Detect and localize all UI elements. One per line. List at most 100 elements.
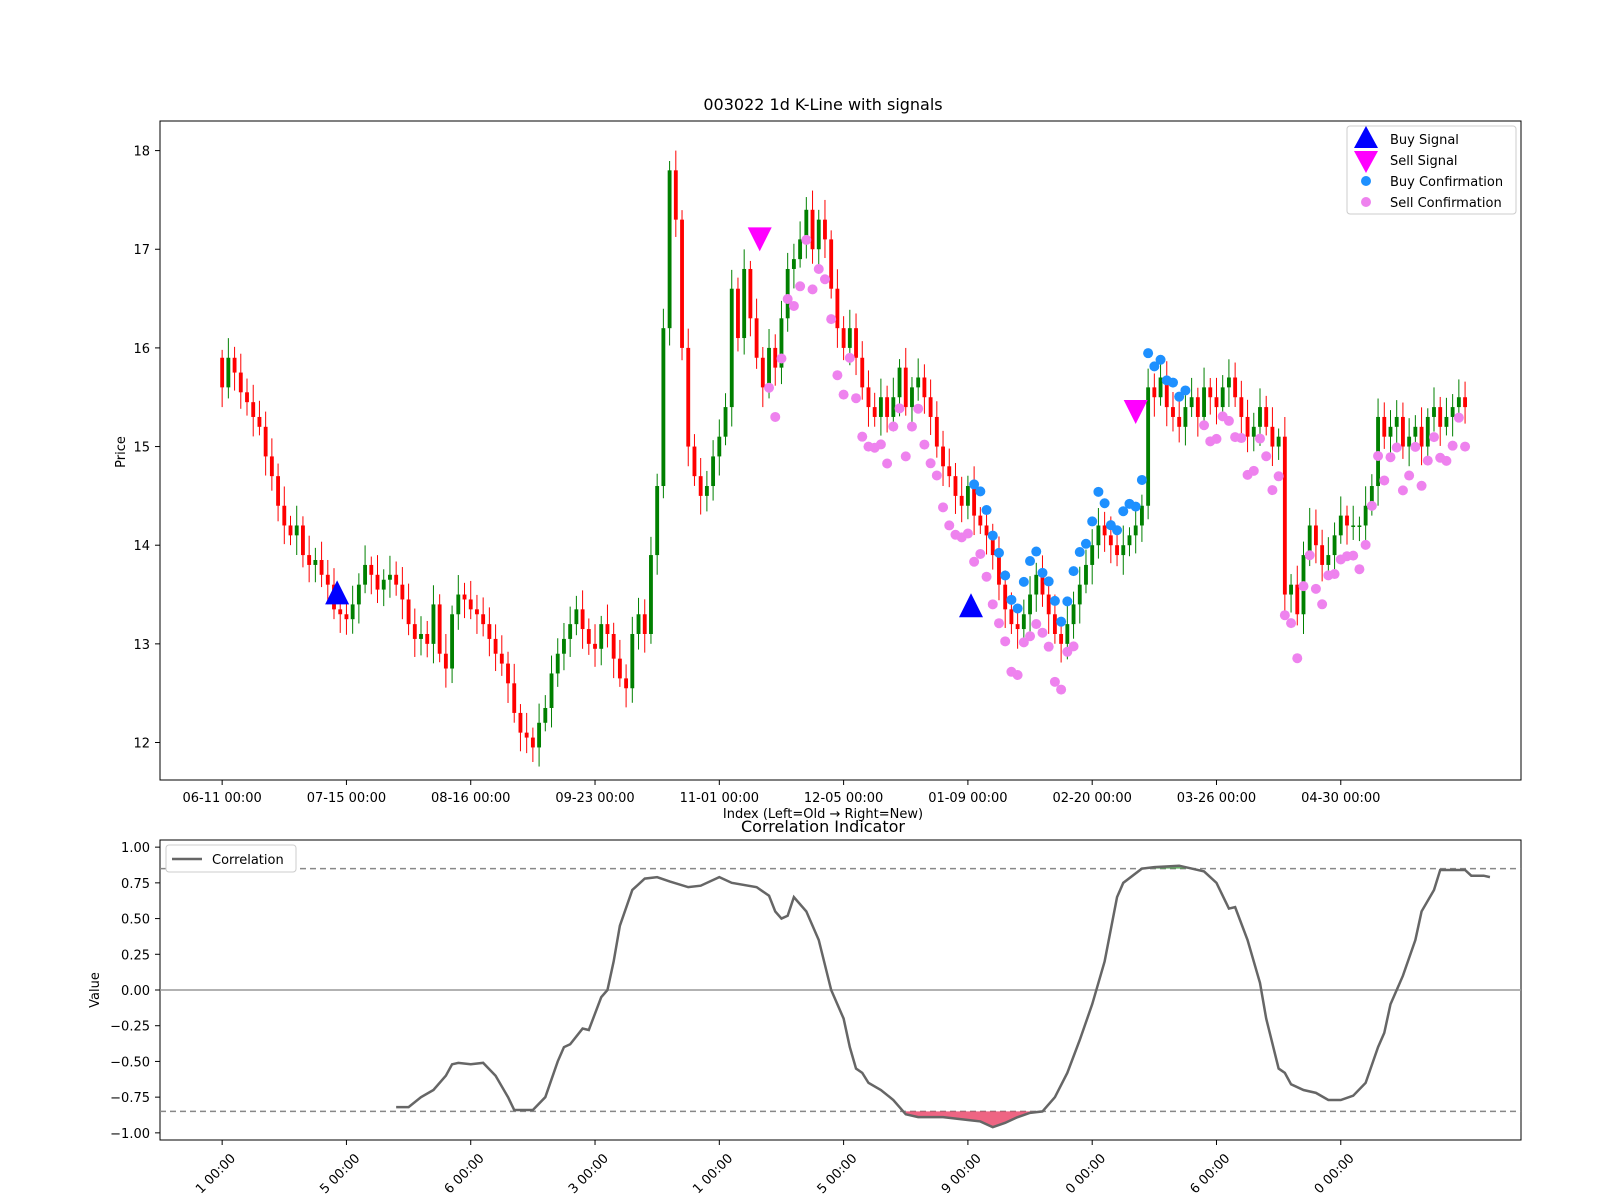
y-tick-label: 17 bbox=[133, 243, 150, 258]
buy-confirmation-dot bbox=[1167, 377, 1178, 388]
candle-body bbox=[1214, 397, 1219, 408]
candle-body bbox=[1239, 397, 1244, 417]
sell-confirmation-dot bbox=[826, 314, 837, 325]
candle-body bbox=[1102, 525, 1107, 536]
x-tick-label: 0 00:00 bbox=[1063, 1151, 1109, 1197]
candle-body bbox=[1220, 387, 1225, 408]
candle-body bbox=[1326, 555, 1331, 565]
candle-body bbox=[630, 633, 635, 689]
candle-body bbox=[251, 402, 256, 417]
candle-body bbox=[1345, 515, 1349, 526]
candle-body bbox=[1171, 407, 1175, 417]
candle-body bbox=[649, 555, 653, 634]
sell-confirmation-dot bbox=[1211, 433, 1222, 444]
sell-confirmation-dot bbox=[1379, 475, 1390, 486]
y-tick-label: 0.50 bbox=[121, 913, 150, 928]
sell-confirmation-dot bbox=[801, 234, 812, 245]
x-tick-label: 9 00:00 bbox=[939, 1151, 985, 1197]
candle-body bbox=[953, 476, 958, 496]
sell-confirmation-dot bbox=[1223, 415, 1234, 426]
sell-confirmation-dot bbox=[969, 556, 980, 567]
bottom-chart-ylabel: Value bbox=[88, 972, 103, 1008]
candle-body bbox=[1251, 426, 1256, 437]
sell-confirmation-dot bbox=[938, 502, 949, 513]
buy-confirmation-dot bbox=[1025, 556, 1036, 567]
candle-body bbox=[350, 604, 355, 620]
sell-confirmation-dot bbox=[1460, 441, 1471, 452]
candle-body bbox=[934, 416, 939, 447]
candle-body bbox=[319, 560, 324, 575]
sell-confirmation-dot bbox=[1329, 569, 1340, 580]
buy-confirmation-dot bbox=[975, 486, 986, 497]
x-tick-label: 04-30 00:00 bbox=[1301, 791, 1380, 806]
candle-body bbox=[717, 436, 722, 457]
candle-body bbox=[872, 407, 877, 417]
candle-body bbox=[400, 584, 405, 600]
candle-body bbox=[369, 564, 374, 575]
candle-body bbox=[680, 219, 684, 348]
buy-confirmation-dot bbox=[1049, 595, 1060, 606]
candle-body bbox=[356, 584, 361, 605]
sell-confirmation-dot bbox=[1317, 599, 1328, 610]
y-tick-label: 13 bbox=[133, 638, 150, 653]
sell-confirmation-dot bbox=[1366, 500, 1377, 511]
candle-body bbox=[381, 579, 386, 590]
sell-confirmation-dot bbox=[1447, 440, 1458, 451]
candle-body bbox=[860, 357, 865, 388]
candle-body bbox=[245, 392, 249, 403]
buy-confirmation-dot bbox=[1000, 570, 1011, 581]
sell-confirmation-dot bbox=[919, 439, 930, 450]
candle-body bbox=[1438, 407, 1443, 427]
candle-body bbox=[1189, 397, 1194, 408]
candle-body bbox=[878, 397, 883, 417]
buy-confirmation-dot bbox=[993, 547, 1004, 558]
y-tick-label: −0.25 bbox=[110, 1020, 150, 1035]
candle-body bbox=[854, 328, 858, 358]
candle-body bbox=[599, 624, 604, 649]
candle-body bbox=[1183, 407, 1188, 427]
candle-body bbox=[220, 357, 225, 388]
x-tick-label: 1 00:00 bbox=[193, 1151, 239, 1197]
candle-body bbox=[661, 328, 666, 487]
sell-confirmation-dot bbox=[1292, 653, 1303, 664]
candle-body bbox=[748, 268, 753, 319]
candle-body bbox=[1133, 525, 1138, 536]
legend-dot-icon bbox=[1361, 176, 1371, 186]
sell-confirmation-dot bbox=[900, 451, 911, 462]
candle-body bbox=[1419, 426, 1424, 447]
buy-confirmation-dot bbox=[1099, 498, 1110, 509]
candle-body bbox=[586, 629, 591, 644]
candle-body bbox=[1226, 377, 1231, 388]
buy-confirmation-dot bbox=[1056, 616, 1067, 627]
candle-body bbox=[903, 367, 908, 408]
x-tick-label: 07-15 00:00 bbox=[307, 791, 386, 806]
sell-confirmation-dot bbox=[1261, 451, 1272, 462]
candle-body bbox=[419, 633, 423, 639]
buy-confirmation-dot bbox=[1031, 546, 1042, 557]
x-tick-label: 02-20 00:00 bbox=[1053, 791, 1132, 806]
candle-body bbox=[729, 288, 734, 408]
buy-confirmation-dot bbox=[1074, 547, 1085, 558]
y-tick-label: 15 bbox=[133, 441, 150, 456]
candle-body bbox=[754, 318, 759, 358]
sell-confirmation-dot bbox=[1043, 641, 1054, 652]
candle-body bbox=[1313, 525, 1318, 546]
sell-confirmation-dot bbox=[981, 571, 992, 582]
candle-body bbox=[997, 555, 1001, 585]
candle-body bbox=[1357, 525, 1362, 527]
candle-body bbox=[1077, 584, 1082, 605]
candle-body bbox=[263, 426, 268, 457]
sell-confirmation-dot bbox=[1068, 641, 1079, 652]
candle-body bbox=[1046, 594, 1051, 615]
candle-body bbox=[574, 609, 579, 625]
candle-body bbox=[816, 219, 821, 250]
top-plot-area bbox=[159, 120, 1522, 781]
candle-body bbox=[493, 638, 498, 654]
candle-body bbox=[481, 614, 486, 625]
sell-confirmation-dot bbox=[1286, 618, 1297, 629]
buy-confirmation-dot bbox=[1018, 576, 1029, 587]
candle-body bbox=[1052, 614, 1057, 634]
buy-confirmation-dot bbox=[981, 505, 992, 516]
y-tick-label: 0.75 bbox=[121, 877, 150, 892]
buy-confirmation-dot bbox=[1180, 385, 1191, 396]
